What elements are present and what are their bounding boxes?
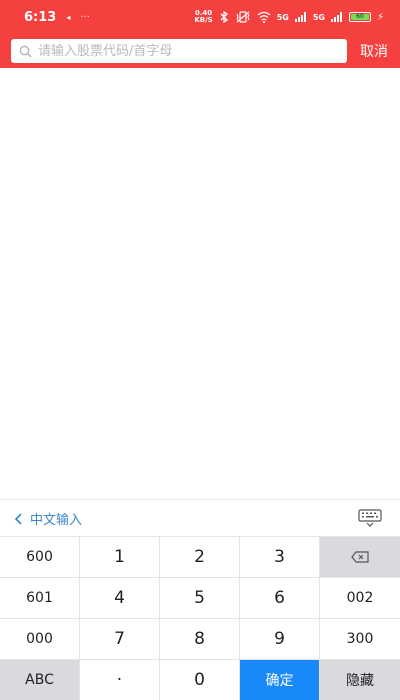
backspace-key[interactable] [320,537,400,578]
backspace-icon [351,551,369,563]
key-300[interactable]: 300 [320,619,400,660]
net-speed-unit: KB/S [194,16,213,24]
key-000[interactable]: 000 [0,619,80,660]
header: 6:13 ◂ ··· 0.40 KB/S 5G 5G 60 ⚡ 请输入股票代码/… [0,0,400,68]
key-3[interactable]: 3 [240,537,320,578]
chinese-input-switch[interactable]: 中文输入 [14,509,82,528]
key-9[interactable]: 9 [240,619,320,660]
net-speed: 0.40 KB/S [194,10,212,24]
hide-keyboard-button[interactable]: 隐藏 [320,660,400,700]
keyboard-grid: 600 1 2 3 601 4 5 6 002 000 7 8 9 300 AB… [0,537,400,700]
key-6[interactable]: 6 [240,578,320,619]
search-icon [19,45,32,57]
key-600[interactable]: 600 [0,537,80,578]
status-bar: 6:13 ◂ ··· 0.40 KB/S 5G 5G 60 ⚡ [0,0,400,34]
cancel-button[interactable]: 取消 [360,41,388,61]
chevron-left-icon [14,512,22,525]
key-2[interactable]: 2 [160,537,240,578]
stock-search-screen: 6:13 ◂ ··· 0.40 KB/S 5G 5G 60 ⚡ 请输入股票代码/… [0,0,400,700]
search-input[interactable] [38,41,328,61]
signal-bars-icon [294,12,306,22]
status-left: 6:13 ◂ ··· [24,10,90,25]
key-4[interactable]: 4 [80,578,160,619]
search-box[interactable] [11,39,347,63]
send-arrow-icon: ◂ [66,12,71,22]
bluetooth-icon [220,11,228,23]
status-right: 0.40 KB/S 5G 5G 60 ⚡ [194,10,384,24]
signal-bars-2-icon [330,12,342,22]
key-601[interactable]: 601 [0,578,80,619]
key-1[interactable]: 1 [80,537,160,578]
chinese-input-label: 中文输入 [30,513,83,528]
charging-icon: ⚡ [376,11,384,23]
battery-level: 60 [350,14,369,20]
status-time: 6:13 [24,9,57,25]
signal2-label: 5G [312,12,325,22]
abc-key[interactable]: ABC [0,660,80,700]
search-row: 取消 [0,36,400,64]
keyboard-toolbar: 中文输入 [0,500,400,537]
vibrate-icon [236,11,250,23]
stock-keyboard: 中文输入 600 1 2 3 601 4 5 6 002 000 7 8 9 3… [0,499,400,700]
signal1-label: 5G [276,12,289,22]
key-5[interactable]: 5 [160,578,240,619]
key-0[interactable]: 0 [160,660,240,700]
keyboard-hide-icon[interactable] [358,509,382,527]
more-notifications-icon: ··· [80,11,90,23]
key-002[interactable]: 002 [320,578,400,619]
battery-icon: 60 [348,12,371,22]
dot-key[interactable]: · [80,660,160,700]
wifi-icon [257,11,271,23]
key-8[interactable]: 8 [160,619,240,660]
key-7[interactable]: 7 [80,619,160,660]
confirm-button[interactable]: 确定 [240,660,320,700]
